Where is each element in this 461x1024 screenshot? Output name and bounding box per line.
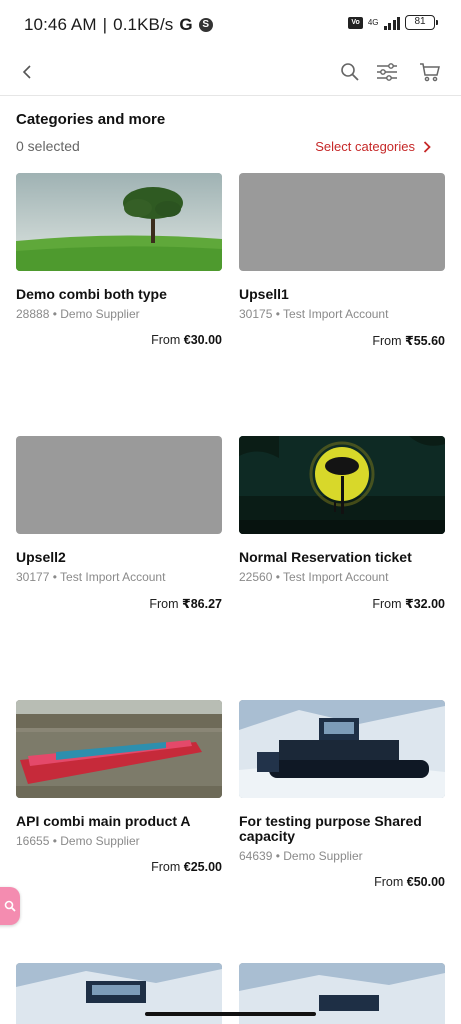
cart-icon[interactable] [416,58,444,86]
product-price: From €30.00 [151,333,222,347]
status-right: Vo 4G 81 [348,15,438,30]
filter-sliders-icon[interactable] [373,58,401,86]
product-card[interactable]: Normal Reservation ticket 22560 • Test I… [239,436,445,611]
status-bar: 10:46 AM | 0.1KB/s G S Vo 4G 81 [0,0,461,50]
app-bar [0,50,461,96]
product-price: From ₹86.27 [149,597,222,611]
product-name: API combi main product A [16,813,191,829]
signal-icon [383,16,400,30]
volte-icon: Vo [348,16,363,29]
product-meta: 30175 • Test Import Account [239,307,389,321]
product-image-tree-field [16,173,222,271]
status-speed: 0.1KB/s [113,15,174,34]
google-icon: G [179,15,193,34]
home-indicator[interactable] [145,1012,316,1016]
product-meta: 28888 • Demo Supplier [16,307,140,321]
product-image-snow-groomer [239,700,445,798]
product-price: From €25.00 [151,860,222,874]
product-meta: 64639 • Demo Supplier [239,849,363,863]
product-card[interactable]: API combi main product A 16655 • Demo Su… [16,700,222,874]
product-card[interactable]: For testing purpose Shared capacity 6463… [239,700,445,889]
search-icon[interactable] [336,58,364,86]
product-name: Demo combi both type [16,286,167,302]
product-card[interactable]: Upsell2 30177 • Test Import Account From… [16,436,222,611]
select-categories-label: Select categories [315,139,415,154]
product-image-placeholder [16,436,222,534]
chevron-right-icon [423,140,431,153]
product-card[interactable]: Upsell1 30175 • Test Import Account From… [239,173,445,348]
product-image-moon-tree [239,436,445,534]
product-meta: 30177 • Test Import Account [16,570,166,584]
product-name: Upsell2 [16,549,66,565]
shazam-icon: S [198,18,213,32]
search-icon [4,900,16,912]
product-name: Upsell1 [239,286,289,302]
product-image-placeholder [239,173,445,271]
select-categories-link[interactable]: Select categories [315,139,431,154]
product-card[interactable]: Demo combi both type 28888 • Demo Suppli… [16,173,222,347]
product-price: From ₹55.60 [372,334,445,348]
status-time: 10:46 AM [24,15,97,34]
floating-search-button[interactable] [0,887,20,925]
product-name: Normal Reservation ticket [239,549,412,565]
network-type: 4G [367,17,379,27]
status-left: 10:46 AM | 0.1KB/s G S [24,15,213,35]
product-price: From ₹32.00 [372,597,445,611]
product-name: For testing purpose Shared capacity [239,813,422,844]
product-meta: 22560 • Test Import Account [239,570,389,584]
status-divider: | [102,15,108,34]
section-title: Categories and more [16,111,166,128]
selected-count: 0 selected [16,138,80,154]
back-arrow-icon[interactable] [14,58,42,86]
product-image-canal-boat [16,700,222,798]
product-meta: 16655 • Demo Supplier [16,834,140,848]
battery-icon: 81 [405,15,438,30]
product-price: From €50.00 [374,875,445,889]
